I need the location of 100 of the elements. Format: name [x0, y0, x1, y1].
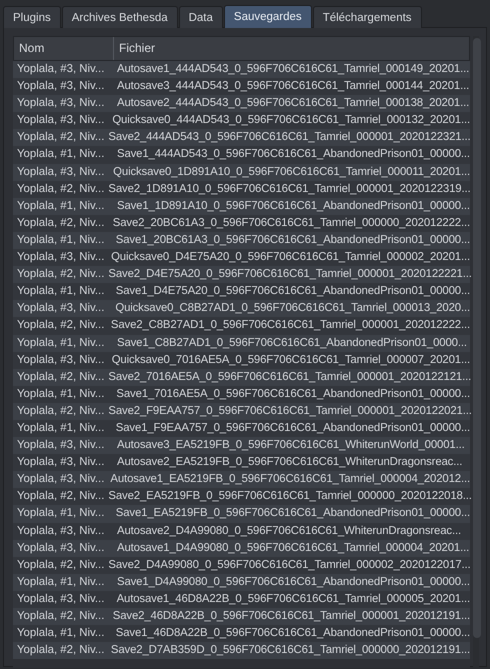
table-cell-text: Autosave2_D4A99080_0_596F706C616C61_WhiterunDragonsreac... — [116, 524, 462, 539]
table-cell-text: Yoplala, #1, Niv... — [16, 284, 106, 300]
table-cell-text: Quicksave0_D4E75A20_0_596F706C616C61_Tamriel_000002_20201... — [110, 250, 470, 266]
table-cell-text: Yoplala, #2, Niv... — [16, 318, 106, 334]
table-cell-text: Yoplala, #3, Niv... — [16, 250, 106, 266]
table-row[interactable]: Yoplala, #3, Niv... Autosave1_EA5219FB_0_596F706C616C61_Tamriel_000004_202012... — [13, 471, 470, 488]
table-row[interactable]: Yoplala, #2, Niv... Save2_444AD543_0_596F706C616C61_Tamriel_000001_2020122321... — [13, 129, 470, 146]
table-cell-text: Yoplala, #3, Niv... — [16, 96, 106, 112]
table-row[interactable]: Yoplala, #3, Niv... Autosave2_D4A99080_0_596F706C616C61_WhiterunDragonsreac... — [13, 522, 470, 540]
table-cell-text: Autosave2_EA5219FB_0_596F706C616C61_WhiterunDragonsreac... — [116, 455, 462, 470]
table-cell-text: Quicksave0_1D891A10_0_596F706C616C61_Tamriel_000011_20201... — [112, 164, 470, 180]
table-cell-text: Save1_EA5219FB_0_596F706C616C61_AbandonedPrison01_00000... — [114, 506, 470, 522]
table-cell-text: Autosave1_EA5219FB_0_596F706C616C61_Tamriel_000004_202012... — [109, 472, 470, 488]
table-cell-text: Quicksave0_C8B27AD1_0_596F706C616C61_Tamriel_000013_2020... — [114, 301, 470, 316]
table-cell-text: Yoplala, #3, Niv... — [16, 62, 106, 77]
tab[interactable]: Téléchargements — [312, 6, 422, 28]
table-cell-text: Yoplala, #2, Niv... — [16, 370, 104, 385]
table-row[interactable]: Yoplala, #2, Niv... Save2_D7AB359D_0_596F706C616C61_Tamriel_000000_202012191... — [13, 642, 470, 660]
table-cell-text: Yoplala, #1, Niv... — [16, 626, 106, 642]
table-row[interactable]: Yoplala, #2, Niv... Save2_D4A99080_0_596F706C616C61_Tamriel_000002_2020122017... — [13, 556, 470, 574]
table-cell-text: Quicksave0_444AD543_0_596F706C616C61_Tamriel_000132_20201... — [111, 113, 470, 128]
table-row[interactable]: Yoplala, #3, Niv... Autosave3_EA5219FB_0_596F706C616C61_WhiterunWorld_00001... — [13, 437, 470, 454]
table-cell-text: Yoplala, #2, Niv... — [16, 216, 106, 231]
table-cell-text: Yoplala, #2, Niv... — [16, 182, 104, 197]
table-row[interactable]: Yoplala, #2, Niv... Save2_EA5219FB_0_596F706C616C61_Tamriel_000000_2020122018... — [13, 488, 470, 506]
table-cell-text: Save2_46D8A22B_0_596F706C616C61_Tamriel_000001_202012191... — [112, 609, 470, 624]
scrollbar[interactable] — [473, 36, 479, 668]
table-row[interactable]: Yoplala, #1, Niv... Save1_D4E75A20_0_596F706C616C61_AbandonedPrison01_00000... — [13, 283, 470, 300]
table-row[interactable]: Yoplala, #3, Niv... Autosave2_EA5219FB_0_596F706C616C61_WhiterunDragonsreac... — [13, 454, 470, 472]
table-row[interactable]: Yoplala, #3, Niv... Autosave1_444AD543_0_596F706C616C61_Tamriel_000149_20201... — [13, 61, 470, 78]
table-cell-text: Save1_C8B27AD1_0_596F706C616C61_AbandonedPrison01_0000... — [116, 336, 467, 350]
table-cell-text: Yoplala, #2, Niv... — [16, 267, 104, 282]
table-cell-text: Yoplala, #2, Niv... — [16, 404, 104, 419]
tab[interactable]: Plugins — [3, 6, 61, 28]
table-row[interactable]: Yoplala, #3, Niv... Autosave2_444AD543_0_596F706C616C61_Tamriel_000138_20201... — [13, 95, 470, 112]
table-cell-text: Yoplala, #3, Niv... — [16, 352, 106, 368]
table-row[interactable]: Yoplala, #2, Niv... Save2_1D891A10_0_596F706C616C61_Tamriel_000001_2020122319... — [13, 180, 470, 198]
table-cell-text: Save1_20BC61A3_0_596F706C616C61_AbandonedPrison01_00000... — [114, 232, 470, 248]
table-cell-text: Yoplala, #3, Niv... — [16, 540, 106, 556]
table-cell-text: Save2_EA5219FB_0_596F706C616C61_Tamriel_000000_2020122018... — [107, 489, 472, 504]
table-row[interactable]: Yoplala, #3, Niv... Quicksave0_1D891A10_0_596F706C616C61_Tamriel_000011_20201... — [13, 164, 470, 181]
table-row[interactable]: Yoplala, #1, Niv... Save1_1D891A10_0_596F706C616C61_AbandonedPrison01_00000... — [13, 198, 470, 215]
table-row[interactable]: Yoplala, #3, Niv... Quicksave0_444AD543_0_596F706C616C61_Tamriel_000132_20201... — [13, 112, 470, 130]
table-cell-text: Quicksave0_7016AE5A_0_596F706C616C61_Tamriel_000007_20201... — [110, 352, 470, 368]
column-header[interactable]: Nom — [14, 37, 114, 60]
table-row[interactable]: Yoplala, #2, Niv... Save2_7016AE5A_0_596F706C616C61_Tamriel_000001_2020122121... — [13, 368, 470, 386]
table-row[interactable]: Yoplala, #1, Niv... Save1_444AD543_0_596F706C616C61_AbandonedPrison01_00000... — [13, 146, 470, 164]
table-cell-text: Save1_F9EAA757_0_596F706C616C61_AbandonedPrison01_00000... — [114, 420, 470, 436]
table-cell-text: Yoplala, #2, Niv... — [16, 489, 104, 504]
table-row[interactable]: Yoplala, #3, Niv... Autosave3_444AD543_0_596F706C616C61_Tamriel_000144_20201... — [13, 78, 470, 96]
table-cell-text: Save2_D7AB359D_0_596F706C616C61_Tamriel_000000_202012191... — [110, 643, 470, 658]
table-row[interactable]: Yoplala, #1, Niv... Save1_EA5219FB_0_596F706C616C61_AbandonedPrison01_00000... — [13, 505, 470, 523]
table-cell-text: Save2_1D891A10_0_596F706C616C61_Tamriel_000001_2020122319... — [107, 182, 471, 197]
table-row[interactable]: Yoplala, #2, Niv... Save2_C8B27AD1_0_596F706C616C61_Tamriel_000001_202012222... — [13, 317, 470, 334]
table-cell-text: Save1_46D8A22B_0_596F706C616C61_AbandonedPrison01_00000... — [114, 626, 470, 642]
table-cell-text: Yoplala, #3, Niv... — [16, 524, 106, 539]
table-cell-text: Save1_D4E75A20_0_596F706C616C61_AbandonedPrison01_00000... — [114, 284, 470, 300]
table-cell-text: Yoplala, #2, Niv... — [16, 609, 106, 624]
table-cell-text: Yoplala, #1, Niv... — [16, 147, 106, 162]
table-cell-text: Save2_7016AE5A_0_596F706C616C61_Tamriel_000001_2020122121... — [107, 370, 472, 385]
table-row[interactable]: Yoplala, #2, Niv... Save2_F9EAA757_0_596F706C616C61_Tamriel_000001_2020122021... — [13, 402, 470, 420]
table-cell-text: Yoplala, #1, Niv... — [16, 198, 106, 214]
table-cell-text: Yoplala, #3, Niv... — [16, 164, 106, 180]
table-cell-text: Save1_1D891A10_0_596F706C616C61_AbandonedPrison01_00000... — [116, 198, 470, 214]
table-cell-text: Save2_D4E75A20_0_596F706C616C61_Tamriel_000001_2020122221... — [107, 267, 472, 282]
table-row[interactable]: Yoplala, #1, Niv... Save1_F9EAA757_0_596F706C616C61_AbandonedPrison01_00000... — [13, 420, 470, 438]
table-cell-text: Yoplala, #2, Niv... — [16, 643, 106, 658]
table-cell-text: Save2_F9EAA757_0_596F706C616C61_Tamriel_000001_2020122021... — [107, 404, 472, 419]
table-row[interactable]: Yoplala, #3, Niv... Autosave1_D4A99080_0_596F706C616C61_Tamriel_000004_20201... — [13, 540, 470, 557]
table-row[interactable]: Yoplala, #3, Niv... Quicksave0_D4E75A20_0_596F706C616C61_Tamriel_000002_20201... — [13, 249, 470, 266]
table-row[interactable]: Yoplala, #1, Niv... Save1_46D8A22B_0_596F706C616C61_AbandonedPrison01_00000... — [13, 625, 470, 642]
table-cell-text: Autosave3_EA5219FB_0_596F706C616C61_WhiterunWorld_00001... — [116, 438, 465, 454]
table-cell-text: Yoplala, #1, Niv... — [16, 386, 106, 402]
table-row[interactable]: Yoplala, #1, Niv... Save1_D4A99080_0_596F706C616C61_AbandonedPrison01_00000... — [13, 574, 470, 591]
table-cell-text: Yoplala, #1, Niv... — [16, 574, 106, 590]
tab[interactable]: Archives Bethesda — [62, 6, 178, 28]
table-row[interactable]: Yoplala, #1, Niv... Save1_C8B27AD1_0_596F706C616C61_AbandonedPrison01_0000... — [13, 334, 470, 352]
table-cell-text: Save1_7016AE5A_0_596F706C616C61_AbandonedPrison01_00000... — [115, 386, 470, 402]
table-row[interactable]: Yoplala, #3, Niv... Autosave1_46D8A22B_0_596F706C616C61_Tamriel_000005_20201... — [13, 590, 470, 608]
table-cell-text: Save2_C8B27AD1_0_596F706C616C61_Tamriel_000001_202012222... — [110, 318, 470, 334]
table-cell-text: Autosave3_444AD543_0_596F706C616C61_Tamriel_000144_20201... — [116, 79, 470, 94]
tab[interactable]: Data — [178, 6, 223, 28]
table-row[interactable]: Yoplala, #2, Niv... Save2_20BC61A3_0_596F706C616C61_Tamriel_000000_202012222... — [13, 214, 470, 232]
table-cell-text: Save2_D4A99080_0_596F706C616C61_Tamriel_000002_2020122017... — [107, 558, 471, 573]
table-row[interactable]: Yoplala, #3, Niv... Quicksave0_C8B27AD1_0_596F706C616C61_Tamriel_000013_2020... — [13, 300, 470, 318]
table-row[interactable]: Yoplala, #3, Niv... Quicksave0_7016AE5A_0_596F706C616C61_Tamriel_000007_20201... — [13, 352, 470, 369]
table-row[interactable]: Yoplala, #2, Niv... Save2_D4E75A20_0_596F706C616C61_Tamriel_000001_2020122221... — [13, 266, 470, 284]
tab[interactable]: Sauvegardes — [224, 5, 312, 28]
table-cell-text: Yoplala, #3, Niv... — [16, 472, 106, 488]
table-row[interactable]: Yoplala, #1, Niv... Save1_20BC61A3_0_596F706C616C61_AbandonedPrison01_00000... — [13, 232, 470, 250]
table-cell-text: Yoplala, #3, Niv... — [16, 301, 106, 316]
table-cell-text: Yoplala, #3, Niv... — [16, 455, 106, 470]
table-row[interactable]: Yoplala, #2, Niv... Save2_46D8A22B_0_596F706C616C61_Tamriel_000001_202012191... — [13, 608, 470, 626]
table-cell-text: Yoplala, #3, Niv... — [16, 113, 106, 128]
column-header[interactable]: Fichier — [114, 37, 156, 60]
table-cell-text: Save2_444AD543_0_596F706C616C61_Tamriel_000001_2020122321... — [107, 130, 471, 146]
table-row[interactable]: Yoplala, #1, Niv... Save1_7016AE5A_0_596F706C616C61_AbandonedPrison01_00000... — [13, 386, 470, 403]
table-cell-text: Yoplala, #3, Niv... — [16, 79, 106, 94]
table-cell-text: Autosave1_D4A99080_0_596F706C616C61_Tamriel_000004_20201... — [116, 540, 470, 556]
table-cell-text: Yoplala, #1, Niv... — [16, 420, 106, 436]
